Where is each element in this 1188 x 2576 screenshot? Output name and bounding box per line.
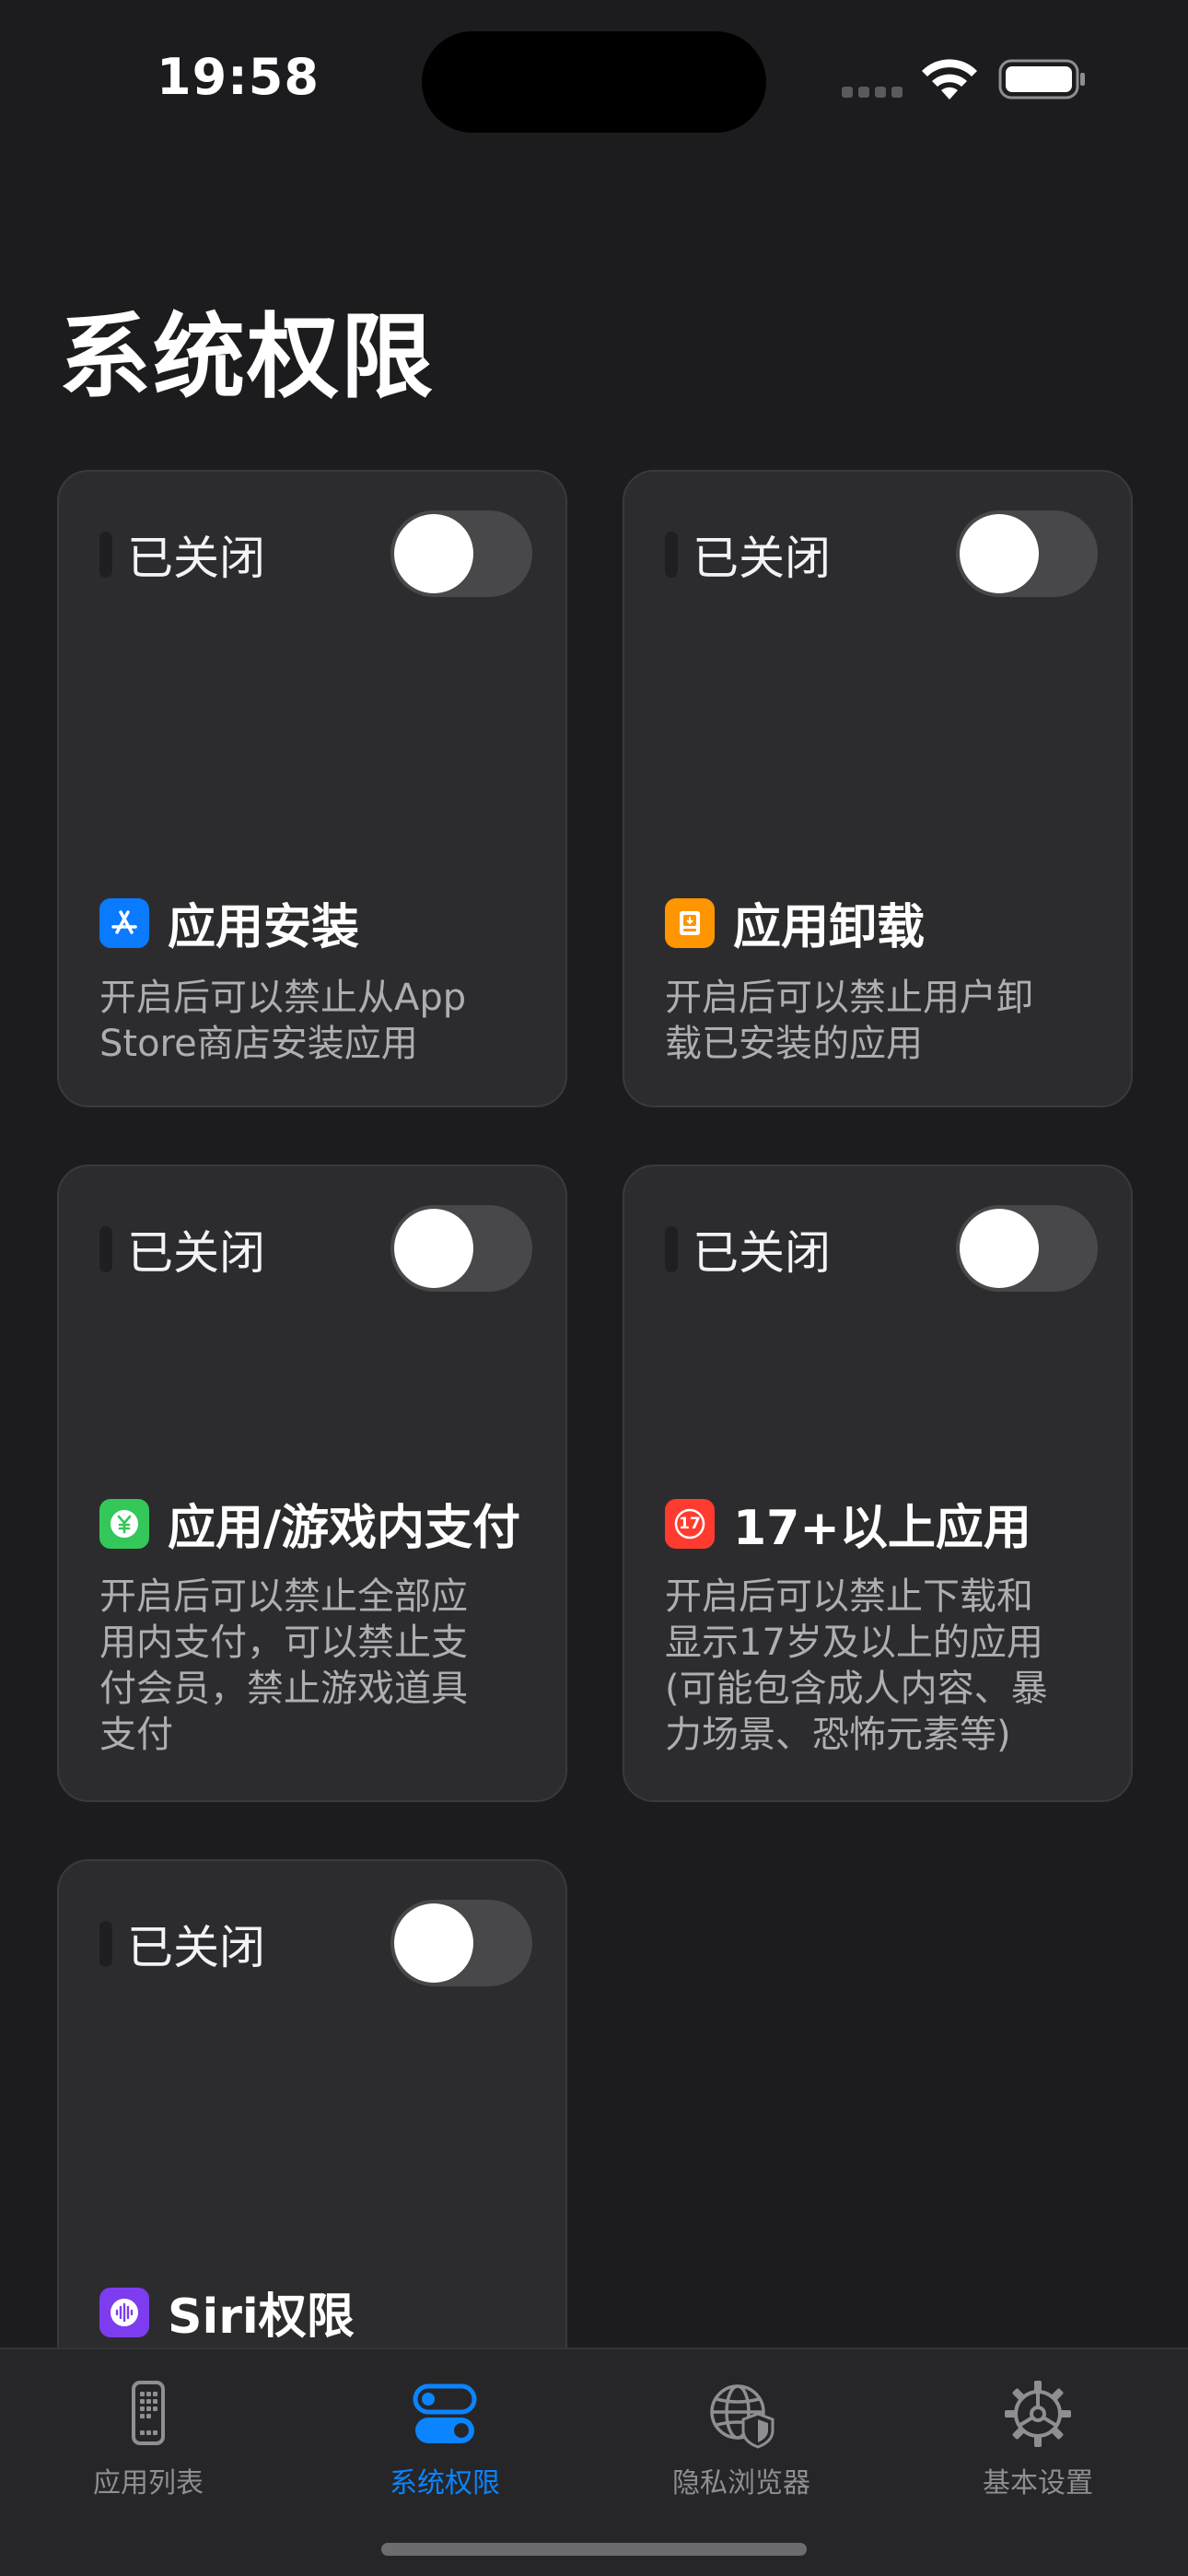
status-row: 已关闭 (665, 1218, 831, 1281)
status-indicator (665, 532, 678, 578)
feature-description: 开启后可以禁止从App Store商店安装应用 (99, 977, 467, 1065)
feature-title: Siri权限 (168, 2289, 355, 2345)
tab-system-permissions[interactable]: 系统权限 (297, 2364, 593, 2502)
toggle-knob (960, 1209, 1039, 1288)
feature-title: 应用/游戏内支付 (168, 1501, 520, 1556)
home-indicator[interactable] (381, 2543, 807, 2556)
feature-header: 应用/游戏内支付 (99, 1489, 520, 1558)
tab-label: 应用列表 (93, 2467, 204, 2500)
status-row: 已关闭 (99, 523, 265, 586)
status-row: 已关闭 (665, 523, 831, 586)
globe-shield-icon (710, 2384, 775, 2449)
toggle-knob (394, 514, 473, 593)
app-uninstall-toggle[interactable] (956, 510, 1098, 597)
tab-bar: 应用列表 系统权限 隐私浏览器 基本设置 (0, 2348, 1188, 2576)
status-label: 已关闭 (693, 532, 831, 585)
wifi-icon (922, 59, 977, 100)
status-label: 已关闭 (127, 1226, 265, 1280)
feature-header: 17 17+以上应用 (665, 1489, 1031, 1558)
phone-grid-icon (132, 2381, 165, 2445)
status-indicator (99, 532, 112, 578)
dynamic-island (422, 31, 766, 133)
age-17-icon: 17 (665, 1498, 715, 1549)
age-17-toggle[interactable] (956, 1205, 1098, 1292)
tab-basic-settings[interactable]: 基本设置 (890, 2364, 1186, 2502)
toggle-knob (394, 1903, 473, 1983)
gear-icon (1005, 2381, 1071, 2447)
tab-label: 基本设置 (983, 2467, 1093, 2500)
status-row: 已关闭 (99, 1913, 265, 1975)
feature-header: Siri权限 (99, 2277, 355, 2347)
feature-description: 开启后可以禁止全部应 用内支付，可以禁止支 付会员，禁止游戏道具 支付 (99, 1575, 468, 1756)
status-time: 19:58 (157, 48, 320, 106)
screen: 19:58 系统权限 已关闭 应用安装 开启后可以禁止从App Store商店安… (0, 0, 1188, 2576)
status-label: 已关闭 (127, 532, 265, 585)
siri-permission-toggle[interactable] (390, 1900, 532, 1986)
feature-title: 应用卸载 (733, 900, 926, 955)
page-title: 系统权限 (59, 303, 435, 411)
toggle-knob (960, 514, 1039, 593)
status-indicator (99, 1226, 112, 1272)
feature-title: 应用安装 (168, 900, 360, 955)
toggle-knob (394, 1209, 473, 1288)
status-indicator (665, 1226, 678, 1272)
card-app-install: 已关闭 应用安装 开启后可以禁止从App Store商店安装应用 (57, 470, 567, 1107)
uninstall-box-icon (665, 897, 715, 948)
feature-header: 应用卸载 (665, 888, 925, 957)
feature-title: 17+以上应用 (733, 1501, 1031, 1556)
status-label: 已关闭 (127, 1921, 265, 1974)
card-in-app-purchase: 已关闭 应用/游戏内支付 开启后可以禁止全部应 用内支付，可以禁止支 付会员，禁… (57, 1165, 567, 1802)
in-app-purchase-toggle[interactable] (390, 1205, 532, 1292)
status-row: 已关闭 (99, 1218, 265, 1281)
toggles-icon (413, 2383, 477, 2443)
feature-description: 开启后可以禁止用户卸 载已安装的应用 (665, 977, 1033, 1065)
tab-label: 系统权限 (390, 2467, 500, 2500)
card-siri-permission: 已关闭 Siri权限 (57, 1859, 567, 2430)
battery-icon (998, 59, 1085, 100)
app-store-icon (99, 897, 149, 948)
app-install-toggle[interactable] (390, 510, 532, 597)
card-age-17-apps: 已关闭 17 17+以上应用 开启后可以禁止下载和 显示17岁及以上的应用 (可… (623, 1165, 1133, 1802)
age-17-icon-label: 17 (679, 1514, 701, 1533)
status-label: 已关闭 (693, 1226, 831, 1280)
payment-yuan-icon (99, 1498, 149, 1549)
cellular-signal-icon (842, 87, 903, 98)
tab-label: 隐私浏览器 (672, 2467, 810, 2500)
feature-header: 应用安装 (99, 888, 359, 957)
tab-private-browser[interactable]: 隐私浏览器 (593, 2364, 890, 2502)
siri-waveform-icon (99, 2287, 149, 2337)
tab-app-list[interactable]: 应用列表 (0, 2364, 297, 2502)
status-indicator (99, 1921, 112, 1967)
feature-description: 开启后可以禁止下载和 显示17岁及以上的应用 (可能包含成人内容、暴 力场景、恐… (665, 1575, 1048, 1756)
card-app-uninstall: 已关闭 应用卸载 开启后可以禁止用户卸 载已安装的应用 (623, 470, 1133, 1107)
